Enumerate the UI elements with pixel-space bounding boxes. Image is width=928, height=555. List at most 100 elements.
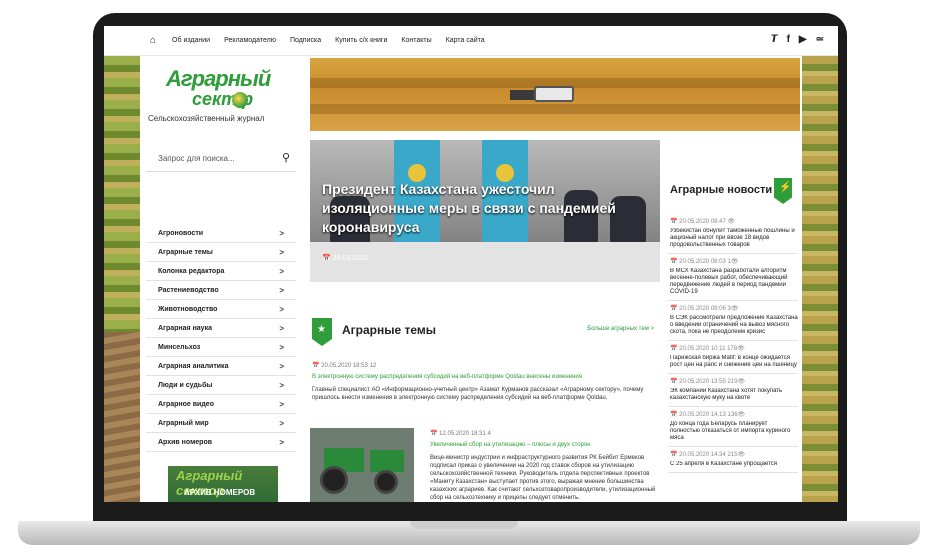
- news-text[interactable]: До конца года Беларусь планирует полност…: [670, 421, 798, 442]
- home-icon[interactable]: ⌂: [150, 35, 156, 46]
- chevron-right-icon: >: [279, 248, 284, 257]
- youtube-icon[interactable]: ▶: [799, 34, 807, 45]
- news-badge: ⚡: [774, 178, 792, 204]
- news-item[interactable]: 📅 20.05.2020 13:55 219👁 ЭК компании Казах…: [668, 374, 798, 407]
- chevron-right-icon: >: [279, 324, 284, 333]
- category-item[interactable]: Аграрная аналитика >: [146, 357, 296, 376]
- category-item[interactable]: Колонка редактора >: [146, 262, 296, 281]
- news-meta: 📅 20.05.2020 10:11 178👁: [670, 346, 745, 352]
- news-meta: 📅 20.05.2020 09:06 3👁: [670, 306, 739, 312]
- news-meta: 📅 20.05.2020 14:13 136👁: [670, 412, 746, 418]
- news-header: Аграрные новости ⚡: [668, 178, 798, 208]
- news-item[interactable]: 📅 20.05.2020 08:03 1👁 В МСХ Казахстана ра…: [668, 254, 798, 301]
- themes-header: ★ Аграрные темы Больше аграрных тем >: [310, 318, 660, 348]
- header-banner: [310, 58, 800, 131]
- news-item[interactable]: 📅 20.05.2020 14:34 215👁 С 25 апреля в Каз…: [668, 447, 798, 473]
- more-themes-link[interactable]: Больше аграрных тем >: [587, 326, 654, 332]
- social-links: 𝙏 f ▶ ≃: [771, 34, 824, 45]
- news-meta: 📅 20.05.2020 08:03 1👁: [670, 259, 739, 265]
- search-icon[interactable]: ⚲: [282, 151, 290, 164]
- news-text[interactable]: В СЭК рассмотрели предложение Казахстана…: [670, 315, 798, 336]
- chevron-right-icon: >: [279, 381, 284, 390]
- section-badge: ★: [312, 318, 332, 346]
- article-thumbnail[interactable]: [310, 428, 414, 502]
- category-item[interactable]: Аграрный мир >: [146, 414, 296, 433]
- news-item[interactable]: 📅 20.05.2020 10:11 178👁 Парижская биржа M…: [668, 341, 798, 374]
- news-item[interactable]: 📅 20.05.2020 09:06 3👁 В СЭК рассмотрели п…: [668, 301, 798, 341]
- hero-slide[interactable]: Президент Казахстана ужесточил изоляцион…: [310, 140, 660, 282]
- article-meta: 📅 20.05.2020 18:53 12: [312, 363, 377, 369]
- facebook-icon[interactable]: f: [787, 34, 790, 45]
- logo-tagline: Сельскохозяйственный журнал: [148, 114, 265, 123]
- category-item[interactable]: Люди и судьбы >: [146, 376, 296, 395]
- nav-link-advertisers[interactable]: Рекламодателю: [224, 37, 276, 44]
- site-logo[interactable]: Аграрный сект р Сельскохозяйственный жур…: [146, 62, 310, 128]
- news-text[interactable]: ЭК компании Казахстана хотят покупать ка…: [670, 388, 798, 402]
- wheel-image: [374, 470, 398, 494]
- category-item[interactable]: Архив номеров >: [146, 433, 296, 452]
- harvester-icon: [534, 86, 574, 102]
- category-item[interactable]: Минсельхоз >: [146, 338, 296, 357]
- category-item[interactable]: Аграрная наука >: [146, 319, 296, 338]
- rss-icon[interactable]: ≃: [816, 34, 824, 45]
- article-excerpt: Вице-министр индустрии и инфраструктурно…: [430, 455, 656, 501]
- category-item[interactable]: Животноводство >: [146, 300, 296, 319]
- star-icon: ★: [317, 324, 326, 335]
- background-field-left: [104, 56, 140, 502]
- news-item[interactable]: 📅 20.05.2020 08:47 👁 Узбекистан обнулит т…: [668, 214, 798, 254]
- nav-link-contacts[interactable]: Контакты: [401, 37, 431, 44]
- banner-field-lane: [310, 104, 800, 114]
- archive-label: АРХИВ НОМЕРОВ: [184, 488, 256, 497]
- news-meta: 📅 20.05.2020 14:34 215👁: [670, 452, 746, 458]
- news-text[interactable]: С 25 апреля в Казахстане упрощается: [670, 461, 798, 468]
- table-image: [310, 242, 660, 282]
- category-item[interactable]: Аграрное видео >: [146, 395, 296, 414]
- category-item[interactable]: Аграрные темы >: [146, 243, 296, 262]
- hero-title[interactable]: Президент Казахстана ужесточил изоляцион…: [322, 180, 652, 237]
- category-menu: Агроновости > Аграрные темы > Колонка реда…: [146, 224, 296, 452]
- chevron-right-icon: >: [279, 229, 284, 238]
- news-title: Аграрные новости: [670, 184, 773, 196]
- top-navigation: ⌂ Об издании Рекламодателю Подписка Купи…: [104, 26, 838, 56]
- news-list: 📅 20.05.2020 08:47 👁 Узбекистан обнулит т…: [668, 214, 798, 473]
- laptop-notch: [410, 521, 518, 529]
- article-meta: 📅 12.05.2020 18:31 4: [430, 431, 491, 437]
- chevron-right-icon: >: [279, 362, 284, 371]
- section-title: Аграрные темы: [342, 323, 437, 337]
- twitter-icon[interactable]: 𝙏: [771, 34, 778, 45]
- article-title-link[interactable]: Увеличенный сбор на утилизацию – плюсы и…: [430, 442, 656, 448]
- category-item[interactable]: Растениеводство >: [146, 281, 296, 300]
- background-field-right: [802, 56, 838, 502]
- chevron-right-icon: >: [279, 400, 284, 409]
- news-text[interactable]: Узбекистан обнулит таможенные пошлины и …: [670, 228, 798, 249]
- search-box[interactable]: Запрос для поиска... ⚲: [146, 148, 296, 172]
- nav-link-sitemap[interactable]: Карта сайта: [446, 37, 485, 44]
- lightning-icon: ⚡: [779, 182, 792, 193]
- chevron-right-icon: >: [279, 419, 284, 428]
- chevron-right-icon: >: [279, 305, 284, 314]
- article-excerpt: Главный специалист АО «Информационно-уче…: [312, 387, 644, 401]
- article-title-link[interactable]: В электронную систему распределения субс…: [312, 374, 652, 380]
- harvester-header: [510, 90, 536, 100]
- news-item[interactable]: 📅 20.05.2020 14:13 136👁 До конца года Бел…: [668, 407, 798, 447]
- search-input[interactable]: Запрос для поиска...: [158, 154, 235, 163]
- nav-link-subscription[interactable]: Подписка: [290, 37, 321, 44]
- wheel-image: [320, 466, 348, 494]
- news-meta: 📅 20.05.2020 08:47 👁: [670, 219, 736, 225]
- logo-word-agrarian: Аграрный: [166, 66, 271, 91]
- page-content: Аграрный сект р Сельскохозяйственный жур…: [140, 56, 802, 502]
- category-item[interactable]: Агроновости >: [146, 224, 296, 243]
- laptop-scene: ⌂ Об издании Рекламодателю Подписка Купи…: [0, 0, 928, 555]
- news-meta: 📅 20.05.2020 13:55 219👁: [670, 379, 746, 385]
- globe-icon: [232, 92, 248, 108]
- nav-link-about[interactable]: Об издании: [172, 37, 210, 44]
- nav-link-buy-books[interactable]: Купить с/х книги: [335, 37, 387, 44]
- chevron-right-icon: >: [279, 438, 284, 447]
- news-text[interactable]: В МСХ Казахстана разработали алгоритм ве…: [670, 268, 798, 296]
- news-text[interactable]: Парижская биржа Matif: в конце ожидается…: [670, 355, 798, 369]
- tractor-image: [370, 450, 404, 472]
- chevron-right-icon: >: [279, 286, 284, 295]
- laptop-screen: ⌂ Об издании Рекламодателю Подписка Купи…: [104, 26, 838, 502]
- hero-date: 📅 20.03.2020: [322, 255, 368, 262]
- archive-banner[interactable]: Аграрный сектор АРХИВ НОМЕРОВ: [168, 466, 278, 502]
